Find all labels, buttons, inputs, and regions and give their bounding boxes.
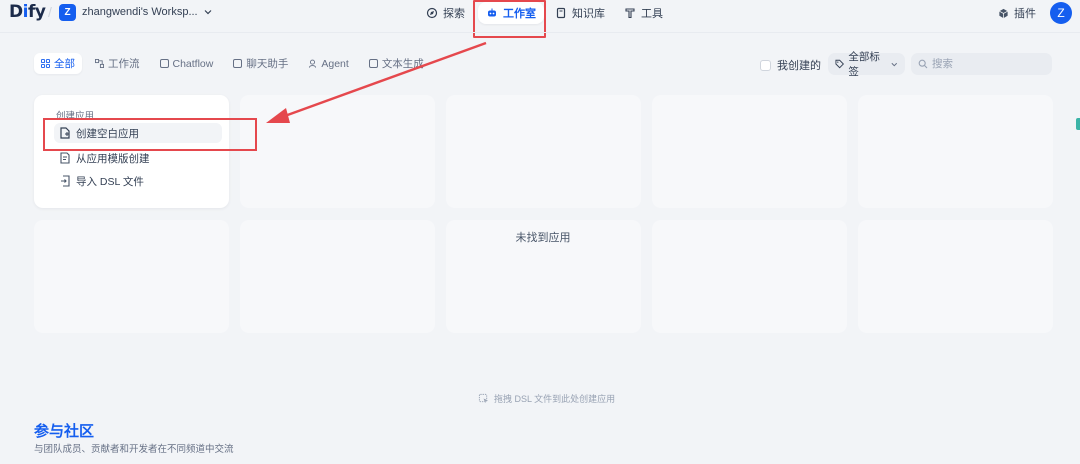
- community-title: 参与社区: [34, 423, 95, 440]
- side-tab-indicator[interactable]: [1076, 118, 1080, 130]
- app-card-placeholder: [240, 95, 435, 208]
- search-icon: [918, 59, 928, 69]
- hammer-icon: [625, 8, 635, 19]
- tab-workflow-label: 工作流: [108, 58, 140, 70]
- tab-chatflow-label: Chatflow: [172, 57, 214, 70]
- created-by-me-label: 我创建的: [777, 60, 821, 72]
- chatflow-icon: [159, 59, 169, 68]
- nav-explore-label: 探索: [443, 8, 465, 20]
- header-divider: [0, 32, 1080, 33]
- tab-completion-label: 文本生成: [381, 58, 424, 70]
- agent-icon: [309, 59, 317, 68]
- chevron-down-icon: [891, 62, 898, 66]
- workflow-icon: [95, 59, 104, 68]
- plugins-button[interactable]: 插件: [998, 5, 1036, 21]
- nav-tools[interactable]: 工具: [616, 2, 671, 24]
- nav-tools-label: 工具: [641, 8, 663, 20]
- import-dsl-button[interactable]: 导入 DSL 文件: [54, 171, 222, 191]
- grid-icon: [41, 59, 50, 68]
- book-icon: [556, 7, 566, 19]
- drop-dsl-hint-text: 拖拽 DSL 文件到此处创建应用: [494, 394, 616, 404]
- nav-knowledge-label: 知识库: [572, 8, 605, 20]
- drag-file-icon: [478, 393, 489, 404]
- create-app-card: 创建应用 创建空白应用 从应用模版创建 导入 DSL 文件: [34, 95, 229, 208]
- import-dsl-label: 导入 DSL 文件: [76, 175, 144, 188]
- created-by-me-checkbox[interactable]: [760, 59, 771, 71]
- tab-agent-label: Agent: [321, 57, 349, 70]
- app-card-placeholder: [652, 220, 847, 333]
- create-from-template-label: 从应用模版创建: [76, 152, 150, 165]
- compass-icon: [426, 7, 438, 19]
- text-doc-icon: [368, 59, 378, 68]
- tab-all-label: 全部: [54, 58, 75, 70]
- nav-knowledge[interactable]: 知识库: [547, 2, 613, 24]
- empty-state-text: 未找到应用: [515, 232, 571, 244]
- tag-filter-label: 全部标签: [848, 51, 880, 78]
- app-card-placeholder: [858, 95, 1053, 208]
- annotation-box-create-blank: [43, 118, 257, 151]
- tab-completion[interactable]: 文本生成: [362, 53, 431, 74]
- app-card-placeholder: [652, 95, 847, 208]
- top-right-actions: 插件 Z: [998, 2, 1072, 24]
- drop-dsl-hint: 拖拽 DSL 文件到此处创建应用: [478, 392, 615, 405]
- tag-filter-select[interactable]: 全部标签: [828, 51, 905, 78]
- tab-chatbot[interactable]: 聊天助手: [226, 53, 295, 74]
- app-card-placeholder: [858, 220, 1053, 333]
- search-input[interactable]: [932, 58, 1042, 70]
- tab-agent[interactable]: Agent: [301, 53, 355, 74]
- app-card-placeholder: [240, 220, 435, 333]
- tab-workflow[interactable]: 工作流: [88, 53, 147, 74]
- cube-icon: [999, 8, 1008, 18]
- import-file-icon: [61, 175, 70, 187]
- tag-icon: [835, 59, 845, 69]
- nav-explore[interactable]: 探索: [418, 2, 473, 24]
- search-box[interactable]: [911, 53, 1052, 75]
- chat-bubble-icon: [233, 59, 243, 68]
- tab-chatbot-label: 聊天助手: [246, 58, 289, 70]
- tab-all[interactable]: 全部: [34, 53, 82, 74]
- template-file-icon: [60, 152, 70, 164]
- app-card-placeholder: [34, 220, 229, 333]
- app-card-placeholder: [446, 95, 641, 208]
- user-avatar[interactable]: Z: [1050, 2, 1072, 24]
- app-type-tabs: 全部 工作流 Chatflow 聊天助手 Agent 文本生成: [34, 53, 431, 74]
- plugins-label: 插件: [1014, 8, 1036, 20]
- created-by-me-toggle[interactable]: 我创建的: [760, 57, 821, 73]
- community-description: 与团队成员、贡献者和开发者在不同频道中交流: [34, 444, 234, 455]
- tab-chatflow[interactable]: Chatflow: [153, 53, 221, 74]
- create-from-template-button[interactable]: 从应用模版创建: [54, 148, 222, 168]
